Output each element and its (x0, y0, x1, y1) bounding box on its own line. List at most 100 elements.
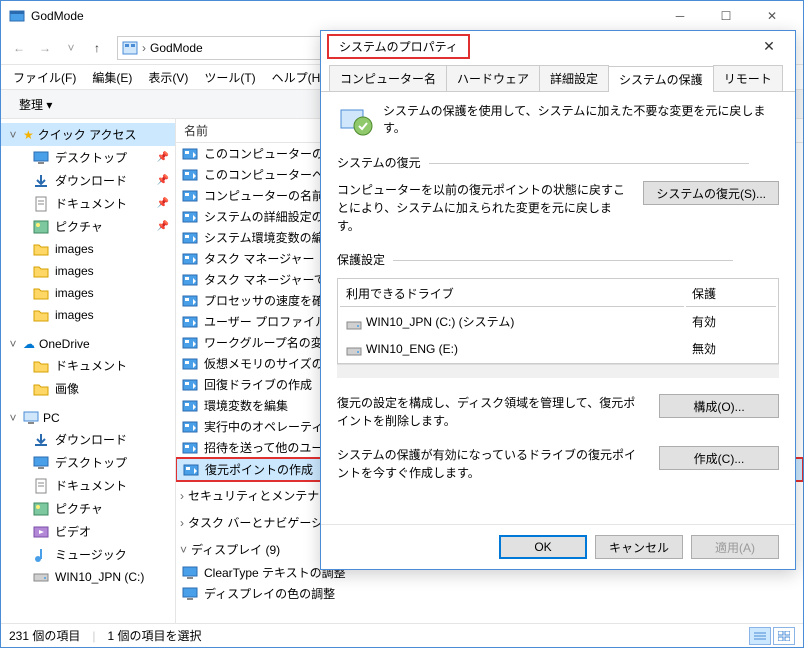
app-icon (9, 8, 25, 24)
dialog-tab[interactable]: 詳細設定 (539, 65, 609, 91)
document-icon (33, 196, 49, 212)
list-item[interactable]: ディスプレイの色の調整 (176, 583, 803, 604)
section-protection-title: 保護設定 (337, 251, 779, 272)
document-icon (33, 478, 49, 494)
download-icon (33, 173, 49, 189)
pin-icon: 📌 (157, 198, 169, 209)
video-icon (33, 524, 49, 540)
create-desc: システムの保護が有効になっているドライブの復元ポイントを今すぐ作成します。 (337, 446, 647, 482)
control-panel-item-icon (182, 293, 198, 309)
icons-view-button[interactable] (773, 627, 795, 645)
dialog-tab[interactable]: コンピューター名 (329, 65, 447, 91)
control-panel-item-icon (182, 356, 198, 372)
pc-item[interactable]: ビデオ (1, 520, 175, 543)
music-icon (33, 547, 49, 563)
back-button[interactable]: ← (7, 36, 31, 60)
qa-item[interactable]: ダウンロード📌 (1, 169, 175, 192)
qa-item[interactable]: ピクチャ📌 (1, 215, 175, 238)
breadcrumb-item[interactable]: GodMode (150, 41, 203, 55)
menu-edit[interactable]: 編集(E) (84, 65, 140, 90)
folder-icon (33, 307, 49, 323)
dialog-tab[interactable]: ハードウェア (446, 65, 540, 91)
qa-item[interactable]: images (1, 304, 175, 326)
qa-item[interactable]: ドキュメント📌 (1, 192, 175, 215)
picture-icon (33, 219, 49, 235)
qa-item[interactable]: images (1, 282, 175, 304)
details-view-button[interactable] (749, 627, 771, 645)
up-button[interactable]: ↑ (85, 36, 109, 60)
control-panel-item-icon (182, 419, 198, 435)
dialog-title: システムのプロパティ (327, 34, 470, 59)
table-scrollbar[interactable] (337, 364, 779, 378)
folder-icon (33, 285, 49, 301)
cloud-icon: ☁ (23, 337, 35, 351)
drive-icon (346, 343, 362, 355)
chevron-icon: › (180, 489, 184, 503)
control-panel-item-icon (182, 188, 198, 204)
apply-button: 適用(A) (691, 535, 779, 559)
display-icon (182, 586, 198, 602)
dialog-close-button[interactable]: ✕ (749, 38, 789, 55)
configure-desc: 復元の設定を構成し、ディスク領域を管理して、復元ポイントを削除します。 (337, 394, 647, 430)
pc-item[interactable]: ダウンロード (1, 428, 175, 451)
folder-icon (33, 263, 49, 279)
drive-icon (33, 569, 49, 585)
drive-row[interactable]: WIN10_JPN (C:) (システム)有効 (340, 309, 776, 334)
control-panel-item-icon (182, 146, 198, 162)
quick-access-header[interactable]: ˅★クイック アクセス (1, 123, 175, 146)
control-panel-item-icon (182, 209, 198, 225)
control-panel-item-icon (182, 398, 198, 414)
col-drive[interactable]: 利用できるドライブ (340, 281, 684, 307)
qa-item[interactable]: images (1, 260, 175, 282)
pc-item[interactable]: WIN10_JPN (C:) (1, 566, 175, 588)
qa-item[interactable]: デスクトップ📌 (1, 146, 175, 169)
system-properties-dialog: システムのプロパティ ✕ コンピューター名ハードウェア詳細設定システムの保護リモ… (320, 30, 796, 570)
qa-item[interactable]: images (1, 238, 175, 260)
breadcrumb-sep: › (142, 41, 146, 55)
forward-button: → (33, 36, 57, 60)
folder-icon (33, 358, 49, 374)
col-protection[interactable]: 保護 (686, 281, 776, 307)
control-panel-item-icon (182, 440, 198, 456)
menu-view[interactable]: 表示(V) (140, 65, 196, 90)
create-button[interactable]: 作成(C)... (659, 446, 779, 470)
nav-pane[interactable]: ˅★クイック アクセス デスクトップ📌ダウンロード📌ドキュメント📌ピクチャ📌im… (1, 119, 176, 623)
drives-table[interactable]: 利用できるドライブ保護 WIN10_JPN (C:) (システム)有効WIN10… (337, 278, 779, 364)
cancel-button[interactable]: キャンセル (595, 535, 683, 559)
organize-menu[interactable]: 整理 ▾ (9, 94, 62, 115)
pc-item[interactable]: デスクトップ (1, 451, 175, 474)
menu-tools[interactable]: ツール(T) (196, 65, 263, 90)
configure-button[interactable]: 構成(O)... (659, 394, 779, 418)
chevron-icon: ˅ (180, 543, 187, 557)
control-panel-item-icon (182, 377, 198, 393)
picture-icon (33, 501, 49, 517)
control-panel-item-icon (182, 314, 198, 330)
maximize-button[interactable]: ☐ (703, 1, 749, 31)
dialog-tab[interactable]: システムの保護 (608, 66, 714, 92)
selection-count: 1 個の項目を選択 (107, 627, 201, 644)
recent-dropdown[interactable]: ˅ (59, 36, 83, 60)
pc-item[interactable]: ドキュメント (1, 474, 175, 497)
control-panel-item-icon (182, 272, 198, 288)
dialog-tab[interactable]: リモート (713, 65, 783, 91)
control-panel-item-icon (183, 462, 199, 478)
onedrive-item[interactable]: 画像 (1, 377, 175, 400)
pc-header[interactable]: ˅PC (1, 408, 175, 428)
drive-icon (346, 317, 362, 329)
status-bar: 231 個の項目 | 1 個の項目を選択 (1, 623, 803, 647)
chevron-icon: › (180, 516, 184, 530)
onedrive-item[interactable]: ドキュメント (1, 354, 175, 377)
pc-item[interactable]: ミュージック (1, 543, 175, 566)
pc-icon (23, 411, 39, 425)
item-count: 231 個の項目 (9, 627, 80, 644)
close-button[interactable]: ✕ (749, 1, 795, 31)
control-panel-item-icon (182, 167, 198, 183)
ok-button[interactable]: OK (499, 535, 587, 559)
onedrive-header[interactable]: ˅☁OneDrive (1, 334, 175, 354)
pc-item[interactable]: ピクチャ (1, 497, 175, 520)
system-restore-button[interactable]: システムの復元(S)... (643, 181, 779, 205)
control-panel-item-icon (182, 335, 198, 351)
minimize-button[interactable]: ─ (657, 1, 703, 31)
drive-row[interactable]: WIN10_ENG (E:)無効 (340, 336, 776, 361)
menu-file[interactable]: ファイル(F) (5, 65, 84, 90)
